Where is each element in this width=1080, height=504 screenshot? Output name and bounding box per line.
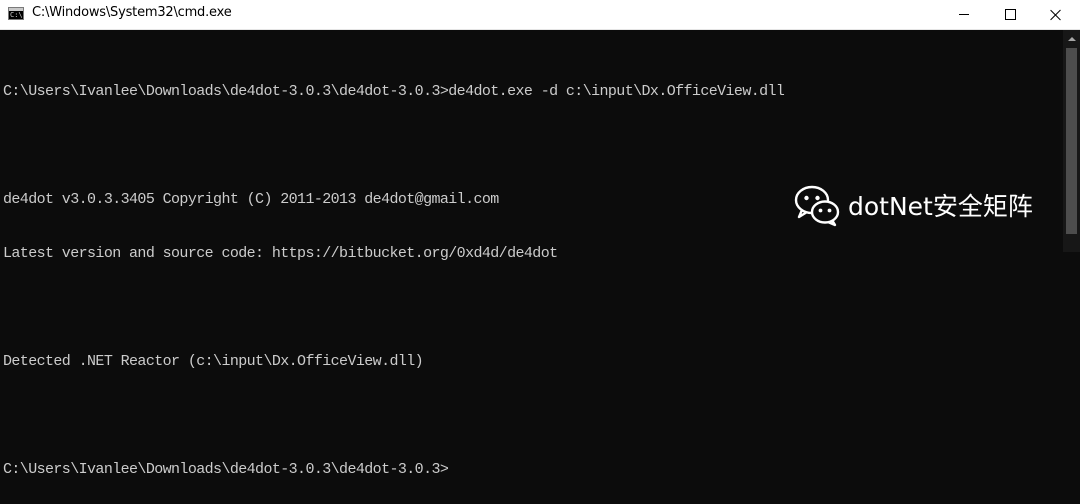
close-icon — [1050, 9, 1062, 21]
console-prompt-line: C:\Users\Ivanlee\Downloads\de4dot-3.0.3\… — [3, 461, 449, 478]
console-line: Detected .NET Reactor (c:\input\Dx.Offic… — [3, 353, 424, 370]
cmd-window: C:\Windows\System32\cmd.exe C:\Users\Iva… — [0, 0, 1080, 478]
wechat-icon — [794, 185, 840, 227]
console-line: C:\Users\Ivanlee\Downloads\de4dot-3.0.3\… — [3, 83, 785, 100]
close-button[interactable] — [1033, 0, 1079, 29]
scrollbar-thumb[interactable] — [1066, 48, 1077, 234]
minimize-icon — [959, 14, 969, 15]
watermark: dotNet安全矩阵 — [794, 183, 1033, 227]
vertical-scrollbar[interactable] — [1063, 30, 1080, 252]
watermark-text: dotNet安全矩阵 — [848, 192, 1033, 221]
title-bar[interactable]: C:\Windows\System32\cmd.exe — [0, 0, 1080, 30]
maximize-button[interactable] — [987, 0, 1033, 29]
cmd-app-icon[interactable] — [8, 7, 24, 20]
maximize-icon — [1004, 9, 1016, 20]
minimize-button[interactable] — [941, 0, 987, 29]
console-line: Latest version and source code: https://… — [3, 245, 558, 262]
window-title: C:\Windows\System32\cmd.exe — [32, 5, 232, 20]
scroll-up-arrow-icon[interactable] — [1063, 30, 1080, 47]
